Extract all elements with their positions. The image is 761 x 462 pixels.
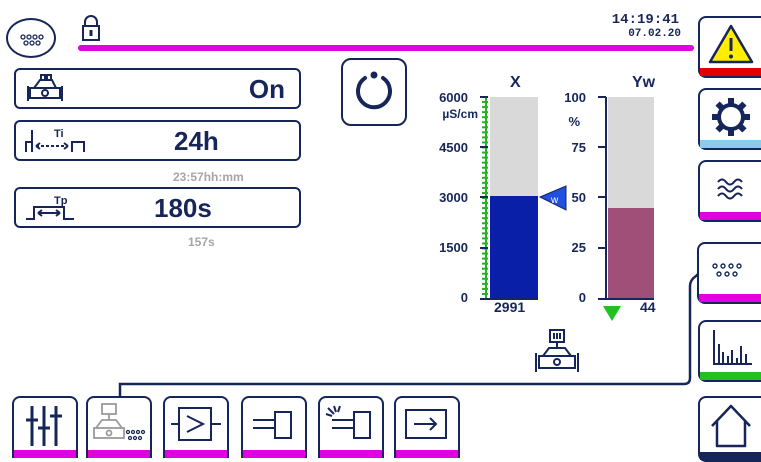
valve-config-strip [88, 450, 150, 458]
settings-sliders-button[interactable] [12, 396, 78, 458]
tab-trends[interactable] [698, 320, 761, 382]
actuator-button[interactable] [241, 396, 307, 458]
tab-alarms[interactable] [698, 16, 761, 78]
tab-process-strip [700, 212, 761, 220]
actuator-signal-button[interactable] [318, 396, 384, 458]
warning-icon [708, 24, 754, 64]
panel-frame [118, 273, 699, 396]
tab-overview[interactable] [697, 242, 761, 304]
output-button[interactable] [394, 396, 460, 458]
tab-trends-strip [700, 372, 761, 380]
dots-icon [712, 263, 742, 277]
tab-alarms-strip [700, 68, 761, 76]
tab-home[interactable] [698, 396, 761, 462]
output-strip [396, 450, 458, 458]
tab-process[interactable] [698, 160, 761, 222]
tab-settings-strip [700, 140, 761, 148]
actuator-icon [253, 411, 292, 439]
actuator-strip [243, 450, 305, 458]
controller-strip [165, 450, 227, 458]
valve-config-button[interactable] [86, 396, 152, 458]
home-icon [711, 404, 751, 448]
tab-home-strip [700, 452, 761, 460]
tab-overview-strip [699, 294, 761, 302]
controller-icon [171, 407, 221, 441]
actuator-signal-icon [325, 405, 371, 439]
controller-button[interactable] [163, 396, 229, 458]
settings-sliders-strip [14, 450, 76, 458]
tab-settings[interactable] [698, 88, 761, 150]
bar-chart-icon [713, 330, 752, 365]
valve-dots-icon [93, 403, 146, 441]
output-arrow-icon [405, 409, 447, 439]
gear-icon [712, 98, 750, 136]
sliders-icon [26, 406, 62, 446]
actuator-signal-strip [320, 450, 382, 458]
waves-icon [717, 178, 743, 200]
